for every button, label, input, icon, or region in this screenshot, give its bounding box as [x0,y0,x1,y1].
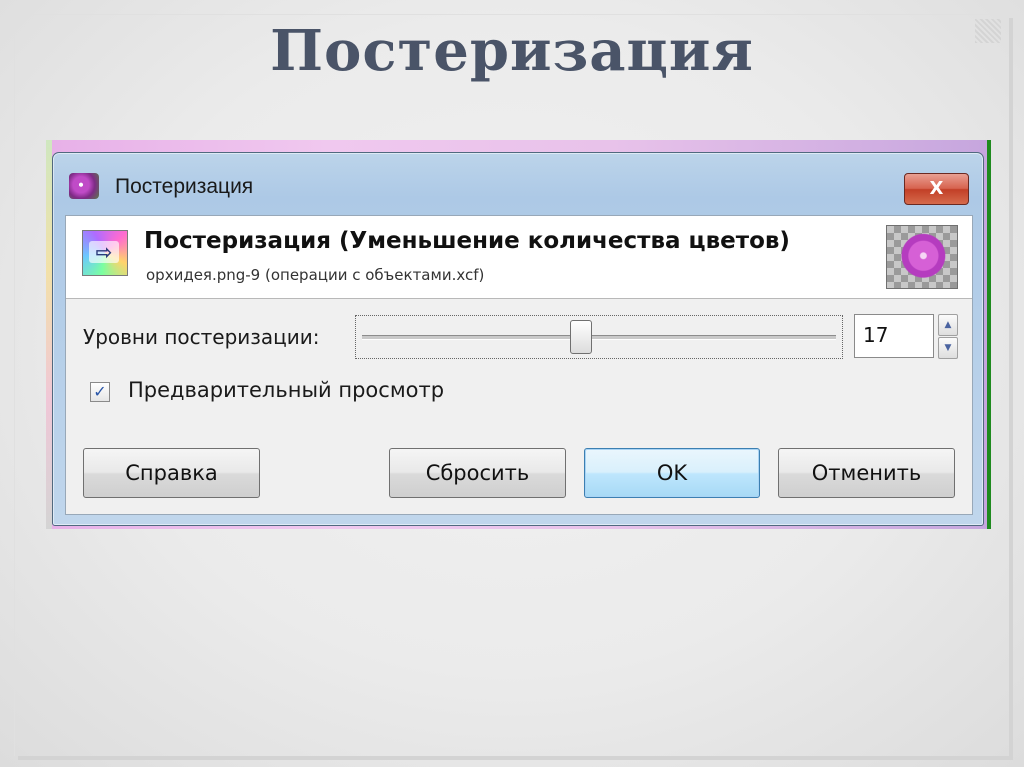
window-title: Постеризация [115,175,254,198]
preview-label[interactable]: Предварительный просмотр [128,378,444,402]
dialog-heading: Постеризация (Уменьшение количества цвет… [144,228,790,254]
image-source-label: орхидея.png-9 (операции с объектами.xcf) [146,266,485,284]
orchid-thumbnail [886,225,958,289]
close-button[interactable]: X [904,173,969,205]
spin-down-icon[interactable]: ▼ [938,337,958,359]
slider-thumb[interactable] [569,320,592,354]
posterize-dialog: Постеризация X ⇨ Постеризация (Уменьшени… [52,152,984,526]
slide-title: Постеризация [270,18,754,84]
reset-button[interactable]: Сбросить [389,448,566,498]
arrow-icon: ⇨ [89,241,119,263]
cancel-button[interactable]: Отменить [778,448,955,498]
help-button[interactable]: Справка [83,448,260,498]
slider-track[interactable] [362,335,836,340]
posterize-filter-icon: ⇨ [82,230,128,276]
spin-up-icon[interactable]: ▲ [938,314,958,336]
orchid-app-icon [69,173,99,199]
dialog-body: ⇨ Постеризация (Уменьшение количества цв… [65,215,973,515]
levels-spinner: ▲ ▼ [938,314,958,359]
levels-slider[interactable] [355,315,843,359]
dialog-header: ⇨ Постеризация (Уменьшение количества цв… [66,216,972,299]
preview-row: ✓ Предварительный просмотр [66,374,972,414]
levels-row: Уровни постеризации: 17 ▲ ▼ [66,311,972,367]
preview-checkbox[interactable]: ✓ [90,382,110,402]
levels-label: Уровни постеризации: [83,325,320,349]
levels-value-input[interactable]: 17 [854,314,934,358]
screenshot-region: Постеризация X ⇨ Постеризация (Уменьшени… [46,140,991,529]
title-bar[interactable]: Постеризация X [53,153,983,205]
ok-button[interactable]: OK [584,448,760,498]
